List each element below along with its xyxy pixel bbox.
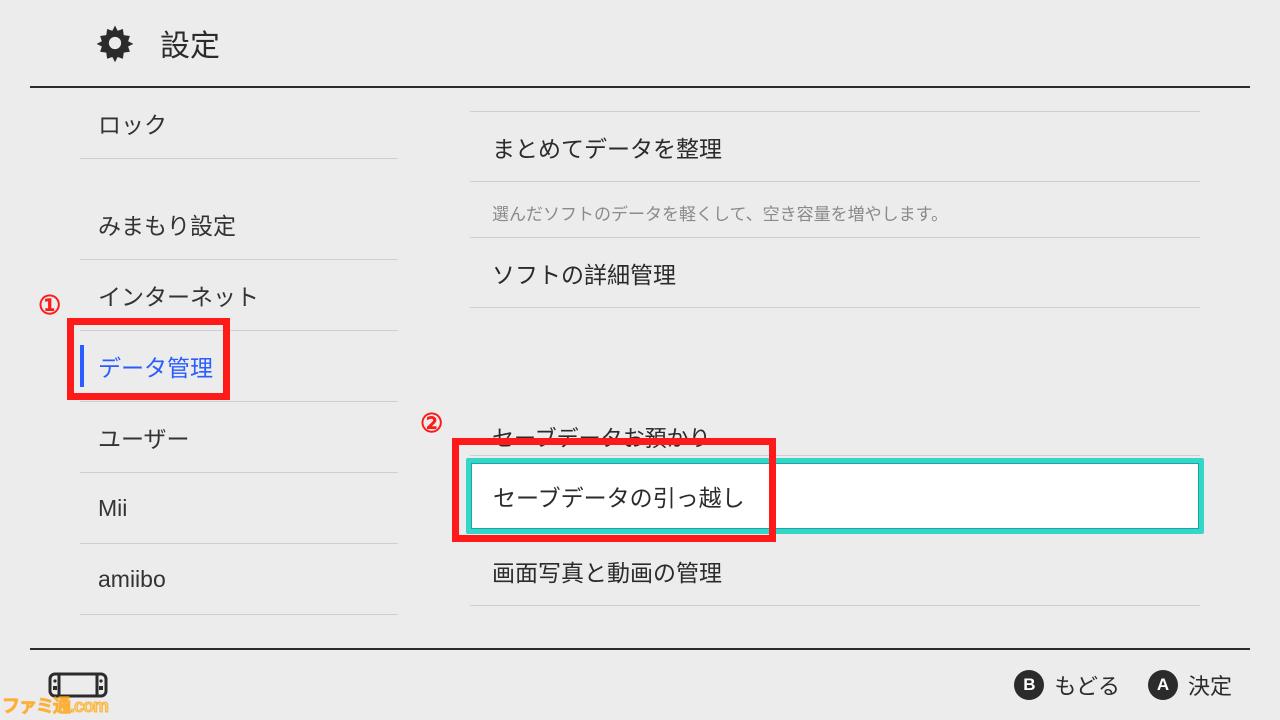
a-button-icon: A (1148, 670, 1178, 700)
hint-back: B もどる (1014, 669, 1120, 701)
sidebar-item-data-management[interactable]: データ管理 (80, 331, 398, 401)
row-label: ソフトの詳細管理 (492, 256, 676, 290)
row-organize-data[interactable]: まとめてデータを整理 (470, 112, 1200, 182)
sidebar-item-label: ユーザー (98, 420, 190, 454)
sidebar-item-label: ロック (98, 106, 167, 140)
sidebar-item-internet[interactable]: インターネット (80, 260, 398, 330)
main-area: ロック みまもり設定 インターネット データ管理 ユーザー Mii (0, 88, 1280, 646)
section-save-cloud[interactable]: セーブデータお預かり (470, 412, 1200, 456)
sidebar-item-label: インターネット (98, 278, 259, 312)
hint-ok: A 決定 (1148, 669, 1232, 701)
content: まとめてデータを整理 選んだソフトのデータを軽くして、空き容量を増やします。 ソ… (410, 88, 1280, 646)
sidebar-item-parental[interactable]: みまもり設定 (80, 189, 398, 259)
hint-ok-label: 決定 (1188, 669, 1232, 701)
gear-icon (94, 22, 136, 64)
organize-description: 選んだソフトのデータを軽くして、空き容量を増やします。 (470, 182, 1200, 238)
sidebar-item-users[interactable]: ユーザー (80, 402, 398, 472)
sidebar-item-label: データ管理 (98, 349, 213, 383)
sidebar-item-lock[interactable]: ロック (80, 88, 398, 158)
row-label: 画面写真と動画の管理 (492, 554, 722, 588)
row-save-transfer[interactable]: セーブデータの引っ越し (466, 458, 1204, 534)
sidebar-item-mii[interactable]: Mii (80, 473, 398, 543)
row-label: セーブデータの引っ越し (493, 479, 745, 513)
hint-back-label: もどる (1054, 669, 1120, 701)
page-title: 設定 (160, 21, 220, 65)
row-software-detail[interactable]: ソフトの詳細管理 (470, 238, 1200, 308)
watermark: ファミ通.com (2, 692, 108, 718)
footer: B もどる A 決定 (30, 648, 1250, 720)
sidebar-item-label: Mii (98, 495, 127, 522)
header: 設定 (30, 0, 1250, 88)
b-button-icon: B (1014, 670, 1044, 700)
row-label: セーブデータお預かり (492, 421, 711, 453)
row-label: まとめてデータを整理 (492, 130, 722, 164)
sidebar-item-label: みまもり設定 (98, 207, 236, 241)
sidebar-item-label: amiibo (98, 566, 166, 593)
sidebar-item-amiibo[interactable]: amiibo (80, 544, 398, 614)
sidebar: ロック みまもり設定 インターネット データ管理 ユーザー Mii (0, 88, 410, 646)
row-screenshots[interactable]: 画面写真と動画の管理 (470, 536, 1200, 606)
